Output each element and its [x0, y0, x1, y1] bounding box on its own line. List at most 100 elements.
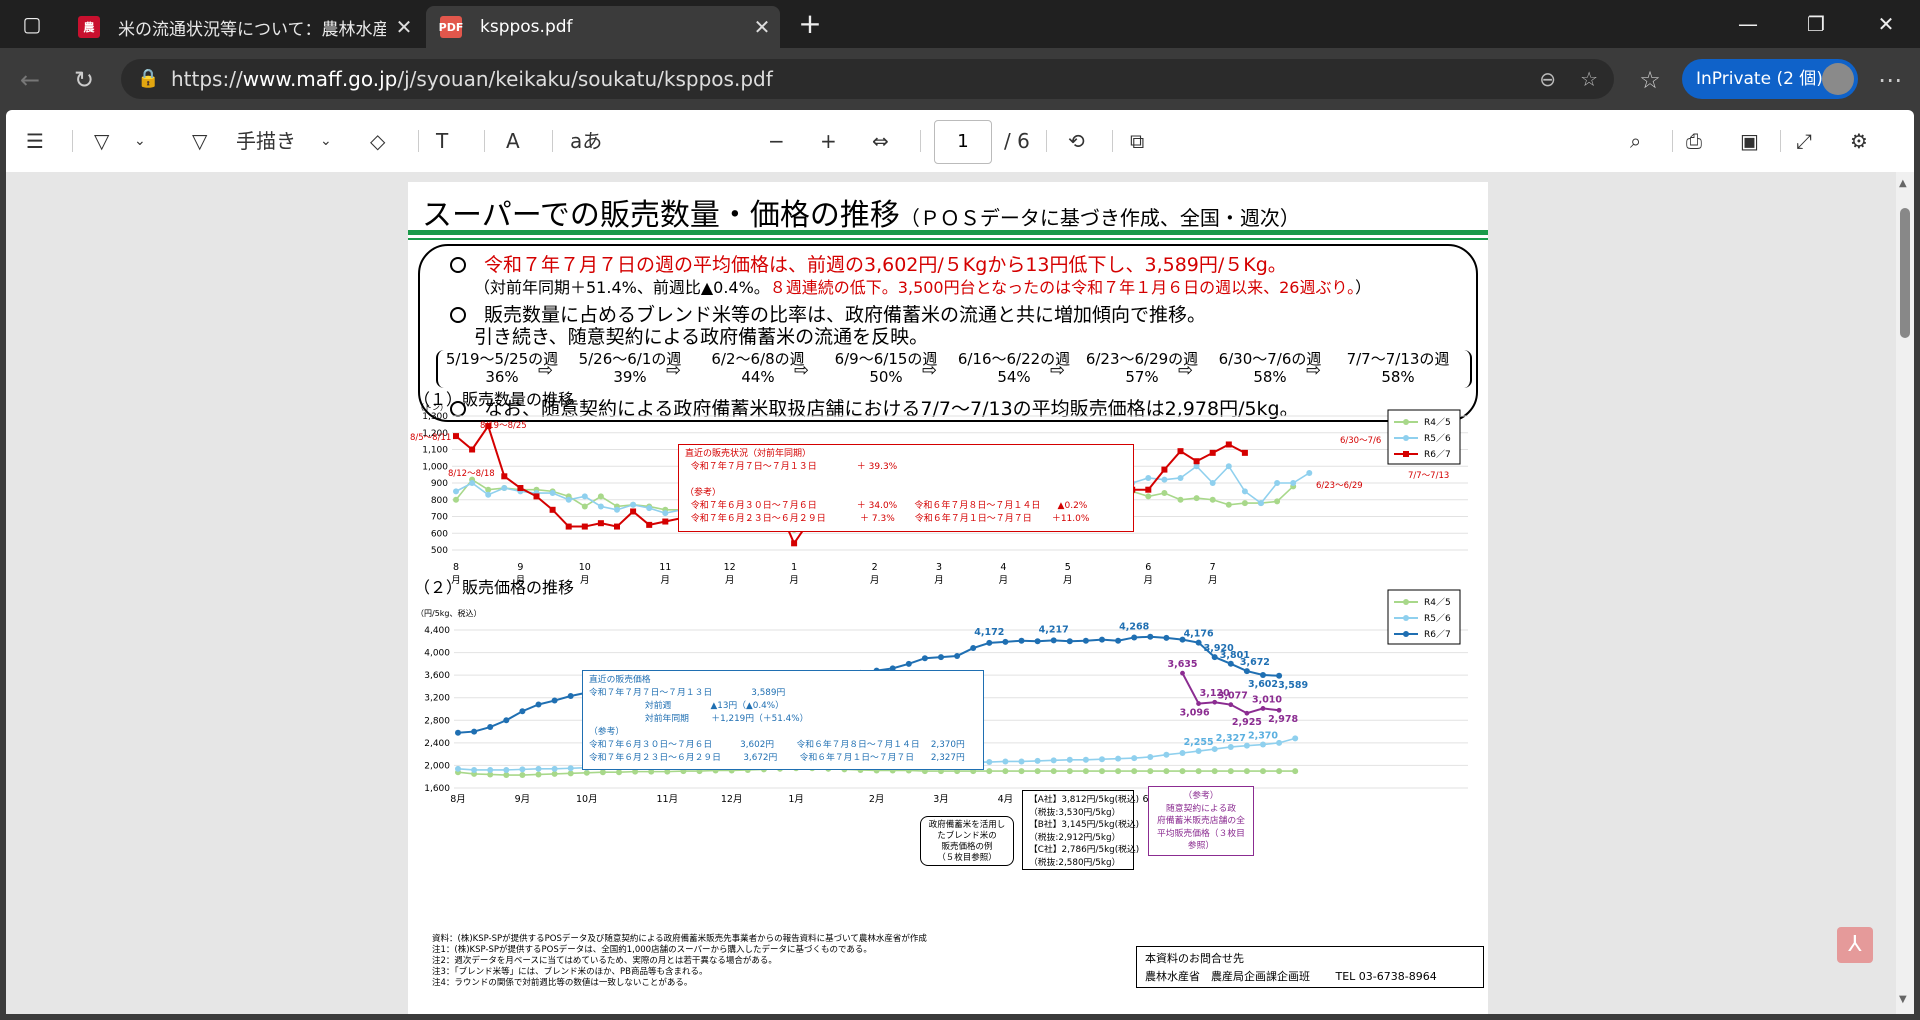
tab-pdf[interactable]: PDF ksppos.pdf ✕: [426, 6, 780, 48]
scrollbar-thumb[interactable]: [1900, 208, 1910, 338]
data-point: [565, 496, 572, 503]
inprivate-button[interactable]: InPrivate (2 個): [1682, 59, 1858, 99]
data-point: [1131, 755, 1138, 762]
data-point: [1050, 637, 1057, 644]
data-point: [503, 717, 510, 724]
close-tab-icon[interactable]: ✕: [744, 15, 780, 39]
data-point: [1066, 638, 1073, 645]
data-point: [1179, 750, 1186, 757]
y-tick-label: 1,100: [422, 446, 448, 456]
refresh-icon[interactable]: ↻: [66, 62, 102, 98]
y-axis-label: （トン）: [416, 403, 448, 412]
text-box-icon[interactable]: T: [436, 126, 448, 156]
tab-maff[interactable]: 農 米の流通状況等について：農林水産 ✕: [64, 6, 422, 48]
back-icon[interactable]: ←: [12, 62, 48, 98]
blend-note: 政府備蓄米を活用し たブレンド米の 販売価格の例 （５枚目参照）: [920, 816, 1014, 866]
more-menu-icon[interactable]: ⋯: [1872, 62, 1908, 98]
y-tick-label: 2,800: [424, 716, 450, 726]
read-aloud-icon[interactable]: A: [506, 126, 520, 156]
data-point: [938, 654, 944, 661]
acrobat-icon[interactable]: ⅄: [1837, 927, 1873, 963]
ratio-item: 7/7～7/13の週 58%: [1338, 350, 1458, 386]
data-point: [503, 766, 510, 773]
data-point: [1147, 753, 1154, 760]
chevron-down-icon[interactable]: ⌄: [320, 126, 332, 156]
draw-label[interactable]: 手描き: [236, 126, 296, 156]
scroll-down-icon[interactable]: ▼: [1899, 994, 1907, 1005]
y-tick-label: 1,300: [422, 412, 448, 422]
y-tick-label: 700: [431, 513, 448, 523]
search-icon[interactable]: ⌕: [1630, 126, 1641, 156]
data-point: [453, 433, 459, 440]
print-icon[interactable]: ⎙: [1686, 126, 1702, 156]
page-title: スーパーでの販売数量・価格の推移（ＰＯＳデータに基づき作成、全国・週次）: [422, 190, 1300, 234]
tab-actions-icon[interactable]: ▢: [8, 8, 56, 40]
x-tick-label: 3: [936, 562, 942, 573]
favorites-icon[interactable]: ☆: [1632, 62, 1668, 98]
quantity-info-box: 直近の販売状況（対前年同期） 令和７年７月７日～７月１３日 ＋ 39.3% （参…: [678, 444, 1134, 532]
scroll-up-icon[interactable]: ▲: [1899, 178, 1907, 189]
annotation: 7/7～7/13: [1408, 471, 1449, 481]
pdf-viewer[interactable]: スーパーでの販売数量・価格の推移（ＰＯＳデータに基づき作成、全国・週次） 令和７…: [6, 172, 1914, 1014]
data-point: [1227, 768, 1234, 775]
right-arrow-icon: ⇨: [794, 360, 810, 381]
favorite-star-icon[interactable]: ☆: [1580, 59, 1598, 99]
zoom-icon[interactable]: ⊖: [1539, 59, 1556, 99]
minimize-icon[interactable]: —: [1724, 8, 1772, 40]
y-tick-label: 3,200: [424, 694, 450, 704]
tab-title: 米の流通状況等について：農林水産: [118, 19, 386, 40]
close-window-icon[interactable]: ✕: [1862, 8, 1910, 40]
bullet-1-note-b: ）: [1355, 278, 1372, 297]
highlight-icon[interactable]: ▽: [94, 126, 109, 156]
rotate-icon[interactable]: ⟲: [1068, 126, 1085, 156]
fit-width-icon[interactable]: ⇔: [872, 126, 889, 156]
bullet-1: 令和７年７月７日の週の平均価格は、前週の3,602円/５Kgから13円低下し、3…: [450, 250, 1287, 277]
data-point: [535, 771, 542, 778]
data-point: [1260, 768, 1266, 775]
draw-icon[interactable]: ▽: [192, 126, 207, 156]
x-tick-label: 月: [451, 575, 461, 586]
data-point: [1243, 668, 1250, 675]
settings-gear-icon[interactable]: ⚙: [1850, 126, 1868, 156]
data-point: [1243, 768, 1250, 775]
right-arrow-icon: ⇨: [1306, 360, 1322, 381]
footnote: 注1：(株)KSP-SPが提供するPOSデータは、全国約1,000店舗のスーパー…: [432, 945, 872, 955]
data-label: 3,602: [1248, 679, 1278, 690]
vertical-scrollbar[interactable]: ▲ ▼: [1896, 172, 1914, 1014]
data-point: [1147, 768, 1154, 775]
data-point: [597, 520, 604, 527]
eraser-icon[interactable]: ◇: [370, 126, 385, 156]
zoom-in-icon[interactable]: +: [820, 126, 837, 156]
chevron-down-icon[interactable]: ⌄: [134, 126, 146, 156]
new-tab-icon[interactable]: +: [786, 8, 834, 40]
data-point: [581, 493, 588, 500]
data-point: [1163, 751, 1170, 758]
bullet-1-note: （対前年同期＋51.4%、前週比▲0.4%。８週連続の低下。3,500円台となっ…: [474, 274, 1371, 298]
data-label: 4,268: [1119, 621, 1149, 632]
contents-icon[interactable]: ☰: [26, 126, 44, 156]
x-tick-label: 12月: [721, 794, 743, 805]
restore-icon[interactable]: ❐: [1792, 8, 1840, 40]
data-point: [1290, 480, 1297, 486]
right-arrow-icon: ⇨: [922, 360, 938, 381]
data-point: [1066, 768, 1073, 775]
zoom-out-icon[interactable]: −: [768, 126, 785, 156]
data-point: [1276, 768, 1283, 775]
legend-label: R6／7: [1424, 449, 1451, 460]
y-axis-label: （円/5kg、税込）: [416, 608, 482, 618]
x-tick-label: 8月: [450, 794, 466, 805]
save-icon[interactable]: ▣: [1740, 126, 1759, 156]
x-tick-label: 8: [453, 562, 459, 573]
immersive-reader-label[interactable]: aあ: [570, 126, 602, 156]
page-view-icon[interactable]: ⧉: [1130, 126, 1144, 156]
fullscreen-icon[interactable]: ⤢: [1796, 126, 1812, 156]
right-arrow-icon: ⇨: [538, 360, 554, 381]
data-point: [1161, 490, 1168, 497]
x-tick-label: 月: [661, 575, 671, 586]
url-field[interactable]: 🔒 https://www.maff.go.jp/j/syouan/keikak…: [121, 59, 1614, 99]
page-number-input[interactable]: 1: [934, 120, 992, 164]
divider: [72, 130, 73, 152]
data-point: [1034, 768, 1041, 775]
close-tab-icon[interactable]: ✕: [386, 15, 422, 39]
lock-icon: 🔒: [137, 68, 160, 89]
